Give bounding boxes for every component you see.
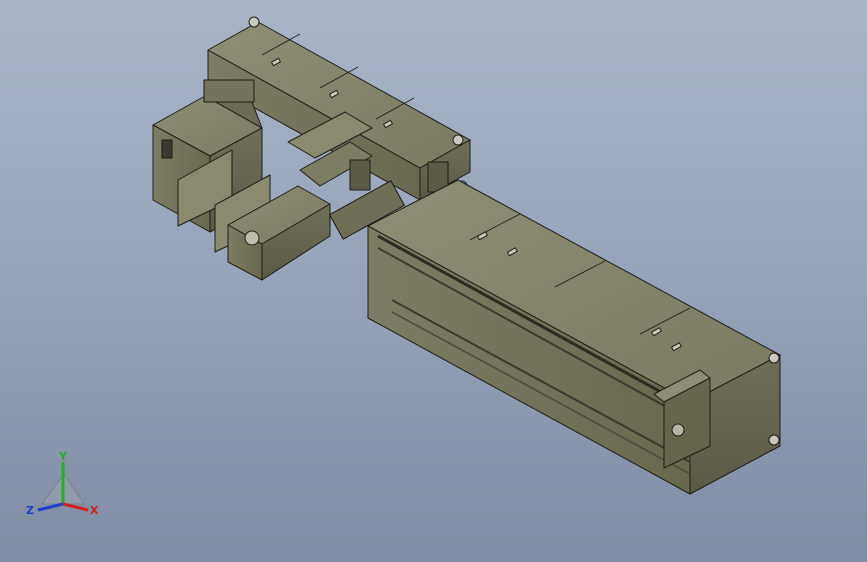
graphics-viewport[interactable]: Y X Z [0, 0, 867, 562]
orientation-triad: Y X Z [26, 450, 99, 517]
x-axis-label: X [90, 504, 99, 517]
lower-conveyor-module [367, 179, 781, 495]
cad-model-view[interactable] [0, 0, 867, 562]
z-axis-line [37, 502, 64, 512]
y-axis-label: Y [58, 450, 68, 463]
x-axis-line [62, 502, 89, 512]
z-axis-label: Z [26, 504, 34, 517]
